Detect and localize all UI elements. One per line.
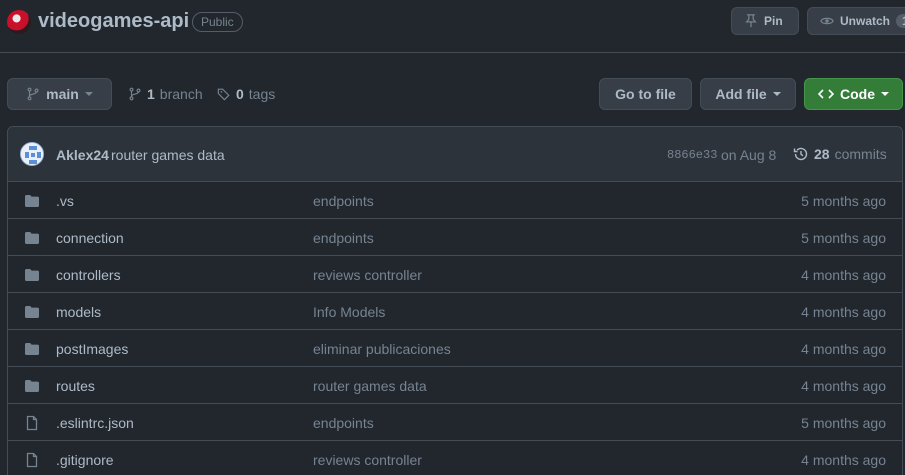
file-row[interactable]: postImages eliminar publicaciones 4 months…: [8, 330, 902, 367]
watch-counter: 1: [896, 14, 905, 28]
file-commit-message-link[interactable]: reviews controller: [313, 267, 422, 283]
file-name-link[interactable]: .vs: [56, 193, 74, 209]
chevron-down-icon: [881, 92, 889, 96]
file-row[interactable]: .gitignore reviews controller 4 months ago: [8, 441, 902, 475]
file-row[interactable]: .vs endpoints 5 months ago: [8, 182, 902, 219]
code-button[interactable]: Code: [804, 78, 903, 110]
repo-toolbar: main 1 branch 0 tags Go to file Add file…: [0, 78, 905, 110]
folder-icon: [24, 193, 40, 209]
add-file-button[interactable]: Add file: [700, 78, 796, 110]
code-icon: [818, 87, 834, 101]
file-commit-message-link[interactable]: router games data: [313, 378, 427, 394]
commit-message[interactable]: router games data: [111, 147, 225, 163]
unwatch-button[interactable]: Unwatch 1: [807, 7, 905, 35]
history-icon: [793, 146, 809, 162]
eye-icon: [820, 14, 834, 28]
folder-icon: [24, 267, 40, 283]
file-commit-age: 5 months ago: [801, 230, 886, 246]
file-commit-message-link[interactable]: endpoints: [313, 230, 374, 246]
folder-icon: [24, 230, 40, 246]
file-name-link[interactable]: controllers: [56, 267, 121, 283]
tags-link[interactable]: 0 tags: [217, 86, 275, 102]
add-file-label: Add file: [715, 86, 767, 102]
file-row[interactable]: models Info Models 4 months ago: [8, 293, 902, 330]
file-name-link[interactable]: connection: [56, 230, 124, 246]
file-commit-age: 5 months ago: [801, 415, 886, 431]
branches-link[interactable]: 1 branch: [128, 86, 203, 102]
folder-icon: [24, 378, 40, 394]
latest-commit-bar: Aklex24 router games data 8866e33 on Aug…: [8, 127, 902, 182]
file-browser: Aklex24 router games data 8866e33 on Aug…: [7, 126, 903, 475]
file-commit-age: 4 months ago: [801, 378, 886, 394]
file-list: .vs endpoints 5 months ago connection endpoi…: [8, 182, 902, 475]
folder-icon: [24, 341, 40, 357]
pin-icon: [744, 14, 758, 28]
file-row[interactable]: controllers reviews controller 4 months ag…: [8, 256, 902, 293]
unwatch-label: Unwatch: [840, 14, 891, 28]
author-avatar[interactable]: [20, 142, 44, 166]
commit-author[interactable]: Aklex24: [56, 147, 109, 163]
file-commit-message-link[interactable]: Info Models: [313, 304, 385, 320]
repo-name-link[interactable]: videogames-api: [38, 10, 189, 33]
git-branch-icon: [26, 87, 40, 101]
commits-count: 28: [814, 146, 830, 162]
pin-button[interactable]: Pin: [731, 7, 799, 35]
branches-count: 1: [147, 86, 155, 102]
file-icon: [24, 415, 40, 431]
file-commit-message-link[interactable]: endpoints: [313, 415, 374, 431]
file-commit-age: 4 months ago: [801, 267, 886, 283]
file-commit-age: 4 months ago: [801, 452, 886, 468]
folder-icon: [24, 304, 40, 320]
tag-icon: [217, 87, 231, 101]
owner-avatar[interactable]: [7, 10, 31, 34]
file-name-link[interactable]: routes: [56, 378, 95, 394]
file-name-link[interactable]: .gitignore: [56, 452, 114, 468]
file-row[interactable]: routes router games data 4 months ago: [8, 367, 902, 404]
go-to-file-button[interactable]: Go to file: [599, 78, 692, 110]
commits-label: commits: [834, 146, 887, 162]
tags-label: tags: [248, 86, 276, 102]
commit-date: on Aug 8: [721, 147, 777, 163]
file-commit-message-link[interactable]: eliminar publicaciones: [313, 341, 451, 357]
tags-count: 0: [236, 86, 244, 102]
branch-selector[interactable]: main: [7, 78, 112, 110]
commits-history-link[interactable]: 28 commits: [793, 146, 887, 162]
file-row[interactable]: connection endpoints 5 months ago: [8, 219, 902, 256]
chevron-down-icon: [84, 92, 93, 96]
chevron-down-icon: [772, 92, 781, 96]
pin-label: Pin: [764, 14, 783, 28]
file-commit-age: 5 months ago: [801, 193, 886, 209]
commit-sha[interactable]: 8866e33: [667, 148, 717, 162]
branch-name: main: [46, 86, 79, 102]
visibility-badge: Public: [192, 12, 243, 32]
git-branch-icon: [128, 87, 142, 101]
file-commit-message-link[interactable]: reviews controller: [313, 452, 422, 468]
branches-label: branch: [159, 86, 203, 102]
file-commit-age: 4 months ago: [801, 341, 886, 357]
repo-header: videogames-api Public Pin Unwatch 1: [0, 0, 905, 53]
file-commit-message-link[interactable]: endpoints: [313, 193, 374, 209]
file-name-link[interactable]: models: [56, 304, 101, 320]
file-commit-age: 4 months ago: [801, 304, 886, 320]
code-label: Code: [840, 86, 875, 102]
file-name-link[interactable]: postImages: [56, 341, 128, 357]
file-row[interactable]: .eslintrc.json endpoints 5 months ago: [8, 404, 902, 441]
file-name-link[interactable]: .eslintrc.json: [56, 415, 134, 431]
file-icon: [24, 452, 40, 468]
